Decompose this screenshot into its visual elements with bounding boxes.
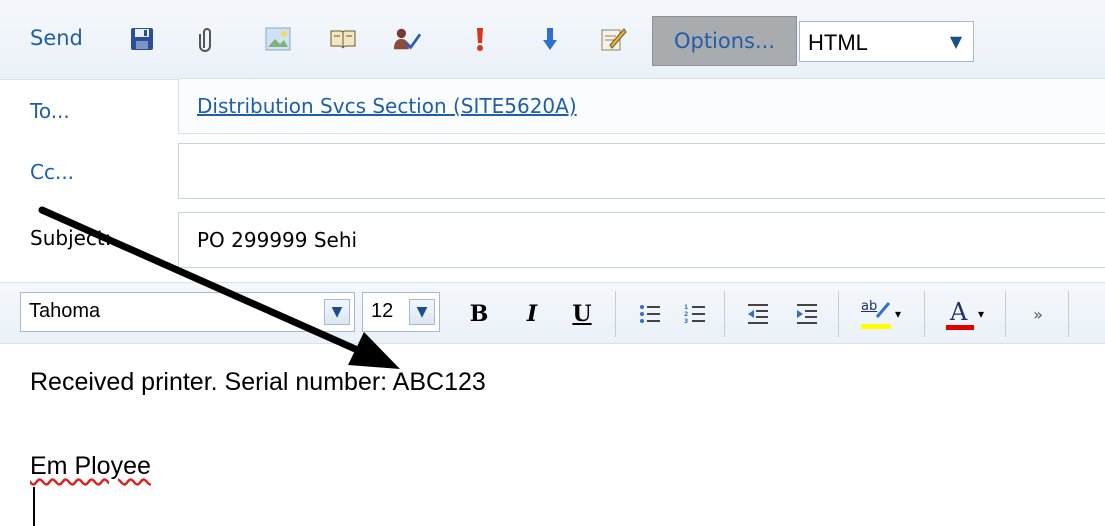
annotation-arrow bbox=[38, 206, 400, 369]
